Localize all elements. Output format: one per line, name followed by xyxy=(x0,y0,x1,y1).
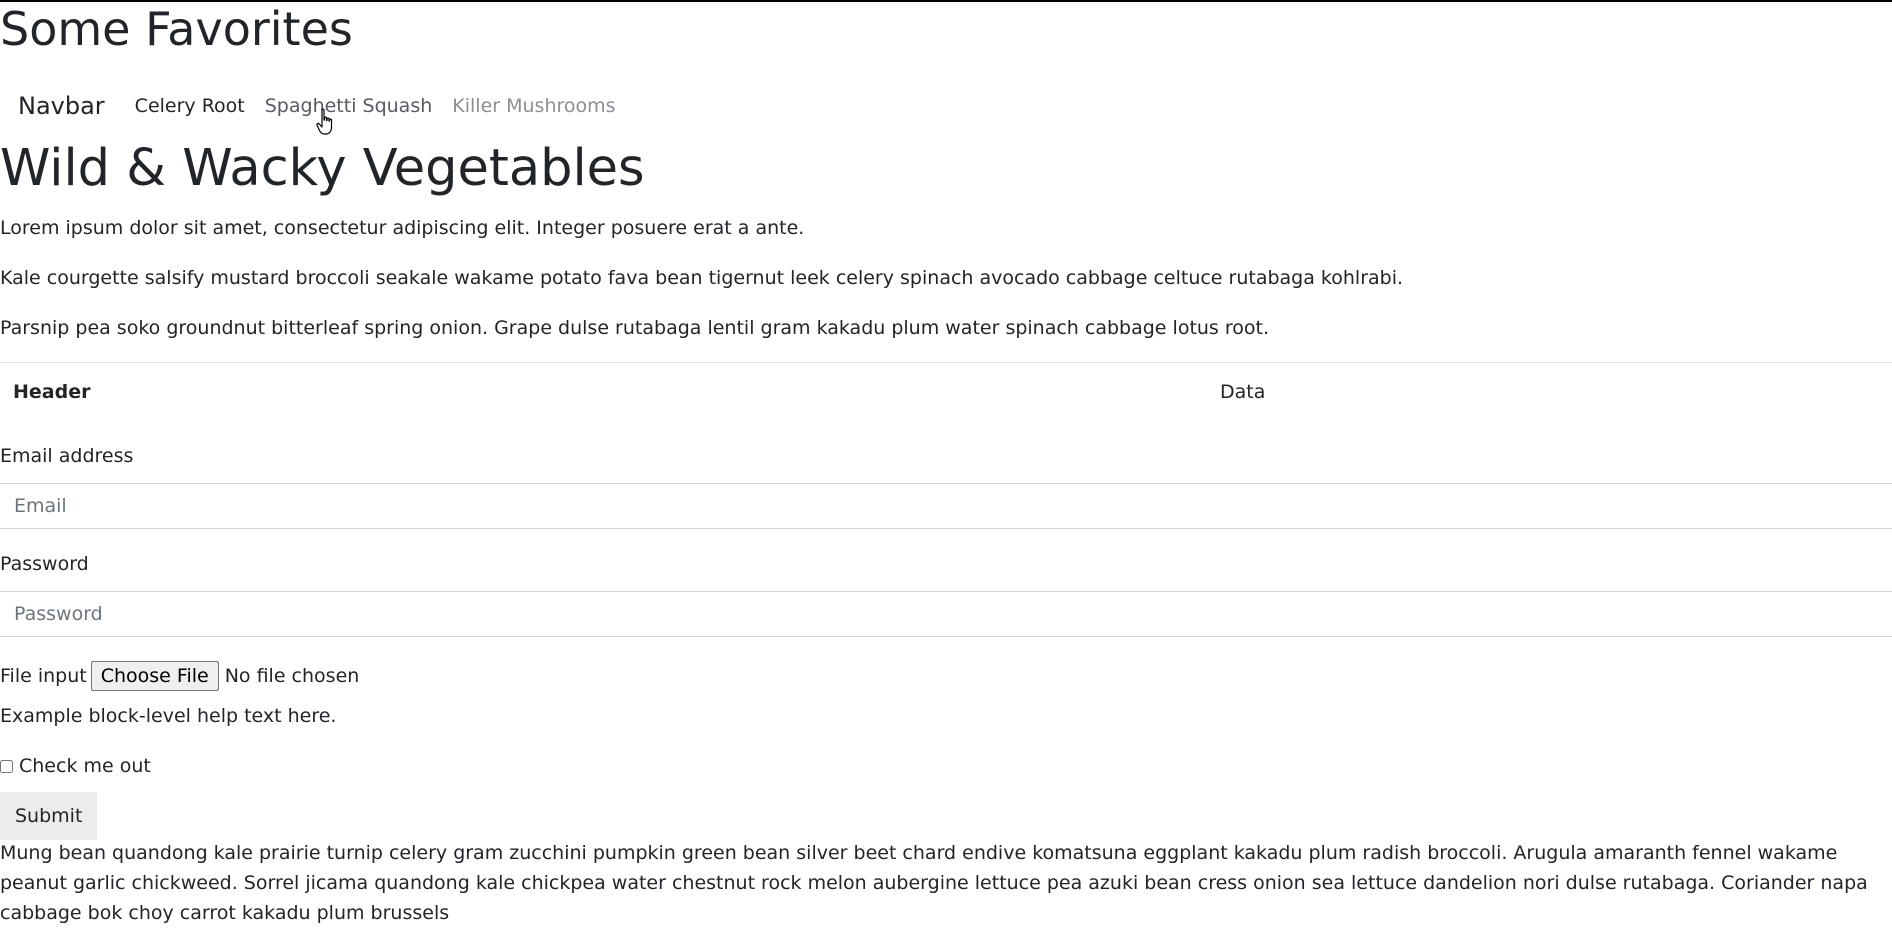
kale-paragraph: Kale courgette salsify mustard broccoli … xyxy=(0,267,1404,289)
data-table: Header Data xyxy=(0,362,1892,423)
submit-button[interactable]: Submit xyxy=(0,792,98,840)
file-input-label: File input xyxy=(0,664,87,687)
nav-link-killer-mushrooms: Killer Mushrooms xyxy=(452,94,616,117)
check-me-out-checkbox[interactable] xyxy=(0,759,13,773)
check-row: Check me out xyxy=(0,752,151,781)
parsnip-paragraph: Parsnip pea soko groundnut bitterleaf sp… xyxy=(0,317,1270,339)
email-label: Email address xyxy=(0,445,134,467)
site-title: Some Favorites xyxy=(0,2,353,56)
email-field[interactable] xyxy=(0,483,1892,529)
password-label: Password xyxy=(0,553,89,575)
main-heading: Wild & Wacky Vegetables xyxy=(0,139,645,198)
choose-file-button[interactable]: Choose File xyxy=(90,661,219,691)
footer-paragraph: Mung bean quandong kale prairie turnip c… xyxy=(0,842,1868,924)
help-text: Example block-level help text here. xyxy=(0,705,337,727)
file-input-row: File input Choose File No file chosen xyxy=(0,658,359,694)
nav-link-celery-root[interactable]: Celery Root xyxy=(135,92,245,121)
table-data-cell: Data xyxy=(1220,381,1266,403)
file-status-text: No file chosen xyxy=(224,664,360,687)
hand-pointer-cursor-icon xyxy=(316,108,333,135)
intro-paragraph: Lorem ipsum dolor sit amet, consectetur … xyxy=(0,217,805,239)
table-header-cell: Header xyxy=(13,381,91,403)
nav-link-spaghetti-squash[interactable]: Spaghetti Squash xyxy=(265,92,433,121)
navbar-brand[interactable]: Navbar xyxy=(18,88,105,124)
checkbox-label[interactable]: Check me out xyxy=(19,752,151,781)
password-field[interactable] xyxy=(0,591,1892,637)
